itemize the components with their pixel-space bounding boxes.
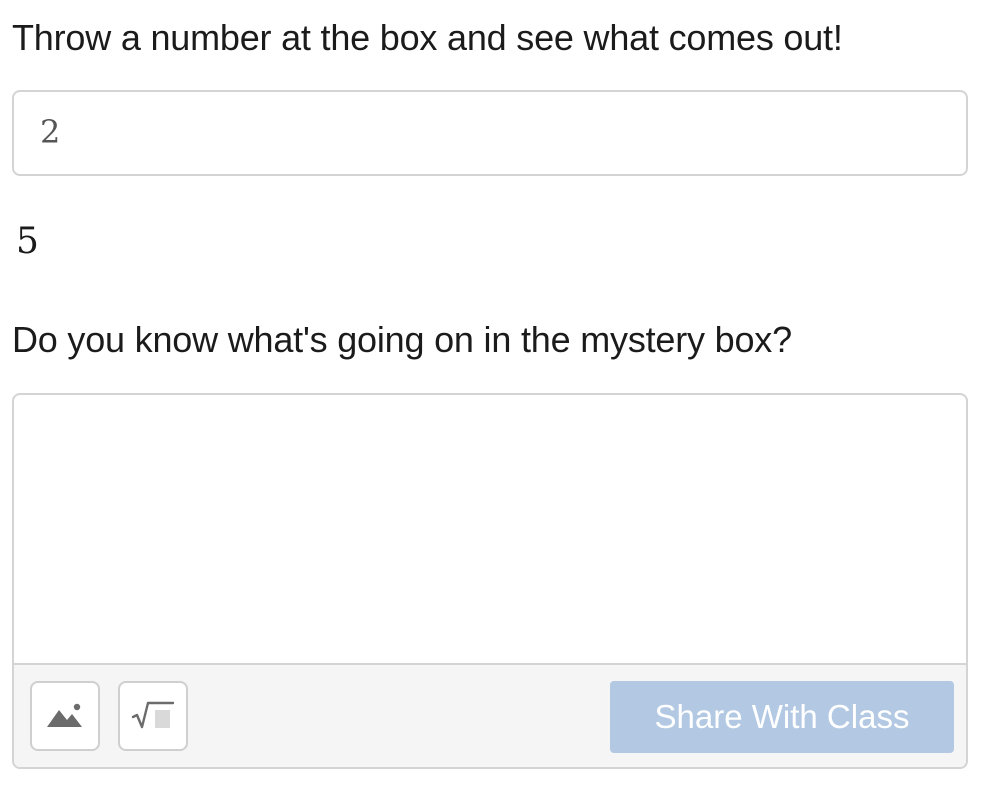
math-input-field[interactable]: 2 <box>12 90 968 176</box>
prompt-throw-number: Throw a number at the box and see what c… <box>12 17 843 58</box>
insert-image-button[interactable] <box>30 681 100 751</box>
insert-math-button[interactable] <box>118 681 188 751</box>
response-toolbar: Share With Class <box>14 663 966 767</box>
image-icon <box>47 703 82 727</box>
response-editor: Share With Class <box>12 393 968 769</box>
prompt-mystery-question: Do you know what's going on in the myste… <box>12 319 792 360</box>
square-root-icon <box>131 701 175 729</box>
response-textarea[interactable] <box>14 395 966 663</box>
share-with-class-button[interactable]: Share With Class <box>610 681 954 753</box>
math-input-value: 2 <box>40 113 61 151</box>
mystery-box-output: 5 <box>16 221 39 262</box>
